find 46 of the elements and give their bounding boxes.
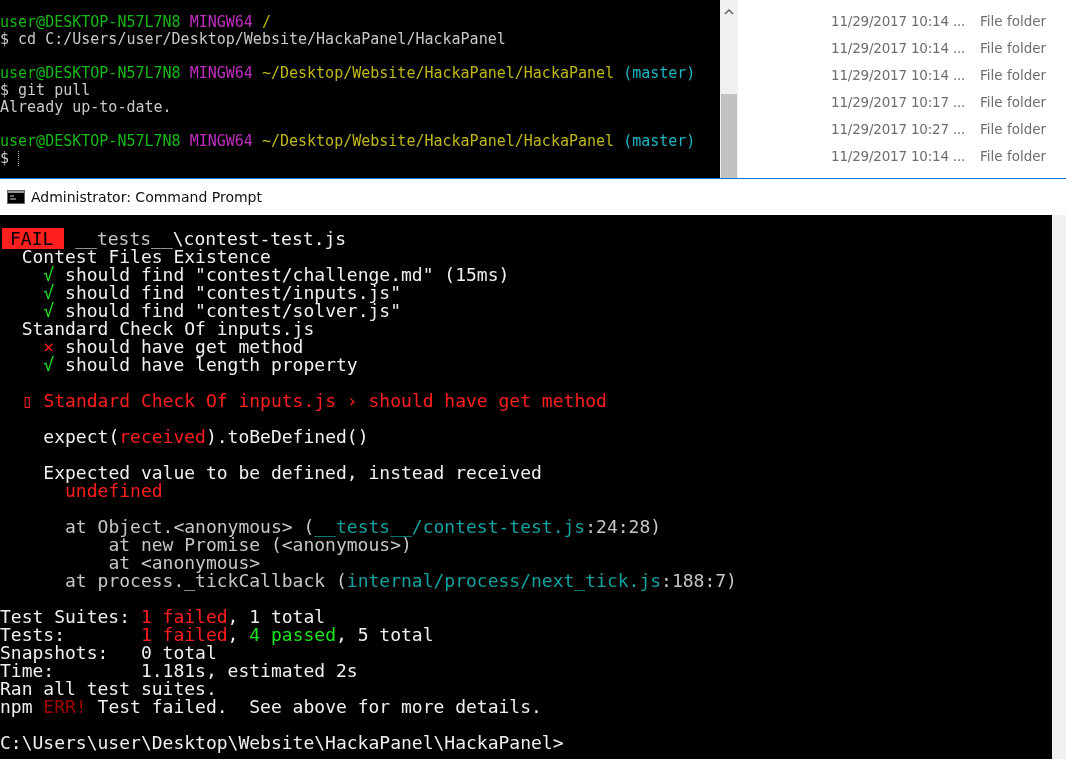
window-title: Administrator: Command Prompt [31, 189, 262, 205]
date-cell-text: 11/29/2017 10:14 ... [831, 39, 967, 56]
check-mark: √ [43, 300, 55, 321]
console-line: __tests__\contest-test.js [75, 228, 347, 249]
type-cell: File folder [980, 120, 1047, 137]
type-cell: File folder [980, 39, 1047, 56]
type-cell: File folder [980, 12, 1047, 29]
console-line: npm ERR! Test failed. See above for more details. [0, 696, 542, 717]
terminal-line: $ [0, 149, 11, 167]
date-cell-text: 11/29/2017 10:27 ... [831, 120, 967, 137]
console-line: Standard Check Of inputs.js › should have get method [43, 390, 607, 411]
console-line: Tests: 1 failed, 4 passed, 5 total [0, 624, 434, 645]
terminal-line: Already up-to-date. [0, 98, 172, 116]
date-cell-text: 11/29/2017 10:14 ... [831, 66, 967, 83]
cross-mark: × [43, 336, 55, 357]
console-line: expect(received).toBeDefined() [43, 426, 369, 447]
console-line: Snapshots: 0 total [0, 642, 217, 663]
date-cell-text: 11/29/2017 10:14 ... [831, 12, 967, 29]
console-line: Standard Check Of inputs.js [21, 318, 315, 339]
console-line: Expected value to be defined, instead received [43, 462, 542, 483]
text-cursor [18, 151, 20, 166]
type-cell: File folder [980, 93, 1047, 110]
console-line: Test Suites: 1 failed, 1 total [0, 606, 326, 627]
type-cell: File folder [980, 147, 1047, 164]
scrollbar[interactable] [720, 0, 738, 178]
terminal-line: user@DESKTOP-N57L7N8 MINGW64 / [0, 13, 271, 31]
check-mark: √ [43, 282, 55, 303]
scrollbar[interactable] [1052, 215, 1066, 759]
check-mark: √ [43, 264, 55, 285]
terminal-line: user@DESKTOP-N57L7N8 MINGW64 ~/Desktop/Website/HackaPanel/HackaPanel (master) [0, 132, 696, 150]
date-cell-text: 11/29/2017 10:17 ... [831, 93, 967, 110]
console-line: at Object.<anonymous> (__tests__/contest-test.js:24:28) [65, 516, 662, 537]
console-icon [7, 190, 25, 204]
error-marker: ▯ [21, 390, 33, 411]
console-line: C:\Users\user\Desktop\Website\HackaPanel\HackaPanel> [0, 732, 564, 753]
terminal-line: user@DESKTOP-N57L7N8 MINGW64 ~/Desktop/Website/HackaPanel/HackaPanel (master) [0, 64, 696, 82]
console-line: Ran all test suites. [0, 678, 217, 699]
scroll-up-icon[interactable] [724, 8, 734, 16]
terminal-line: $ git pull [0, 81, 91, 99]
terminal-line: $ cd C:/Users/user/Desktop/Website/HackaPanel/HackaPanel [0, 30, 506, 48]
check-mark: √ [43, 354, 55, 375]
type-cell: File folder [980, 66, 1047, 83]
console-line: at <anonymous> [108, 552, 261, 573]
console-line: should find "contest/challenge.md" (15ms) [65, 264, 510, 285]
fail-badge: FAIL [2, 228, 65, 249]
date-cell-text: 11/29/2017 10:14 ... [831, 147, 967, 164]
